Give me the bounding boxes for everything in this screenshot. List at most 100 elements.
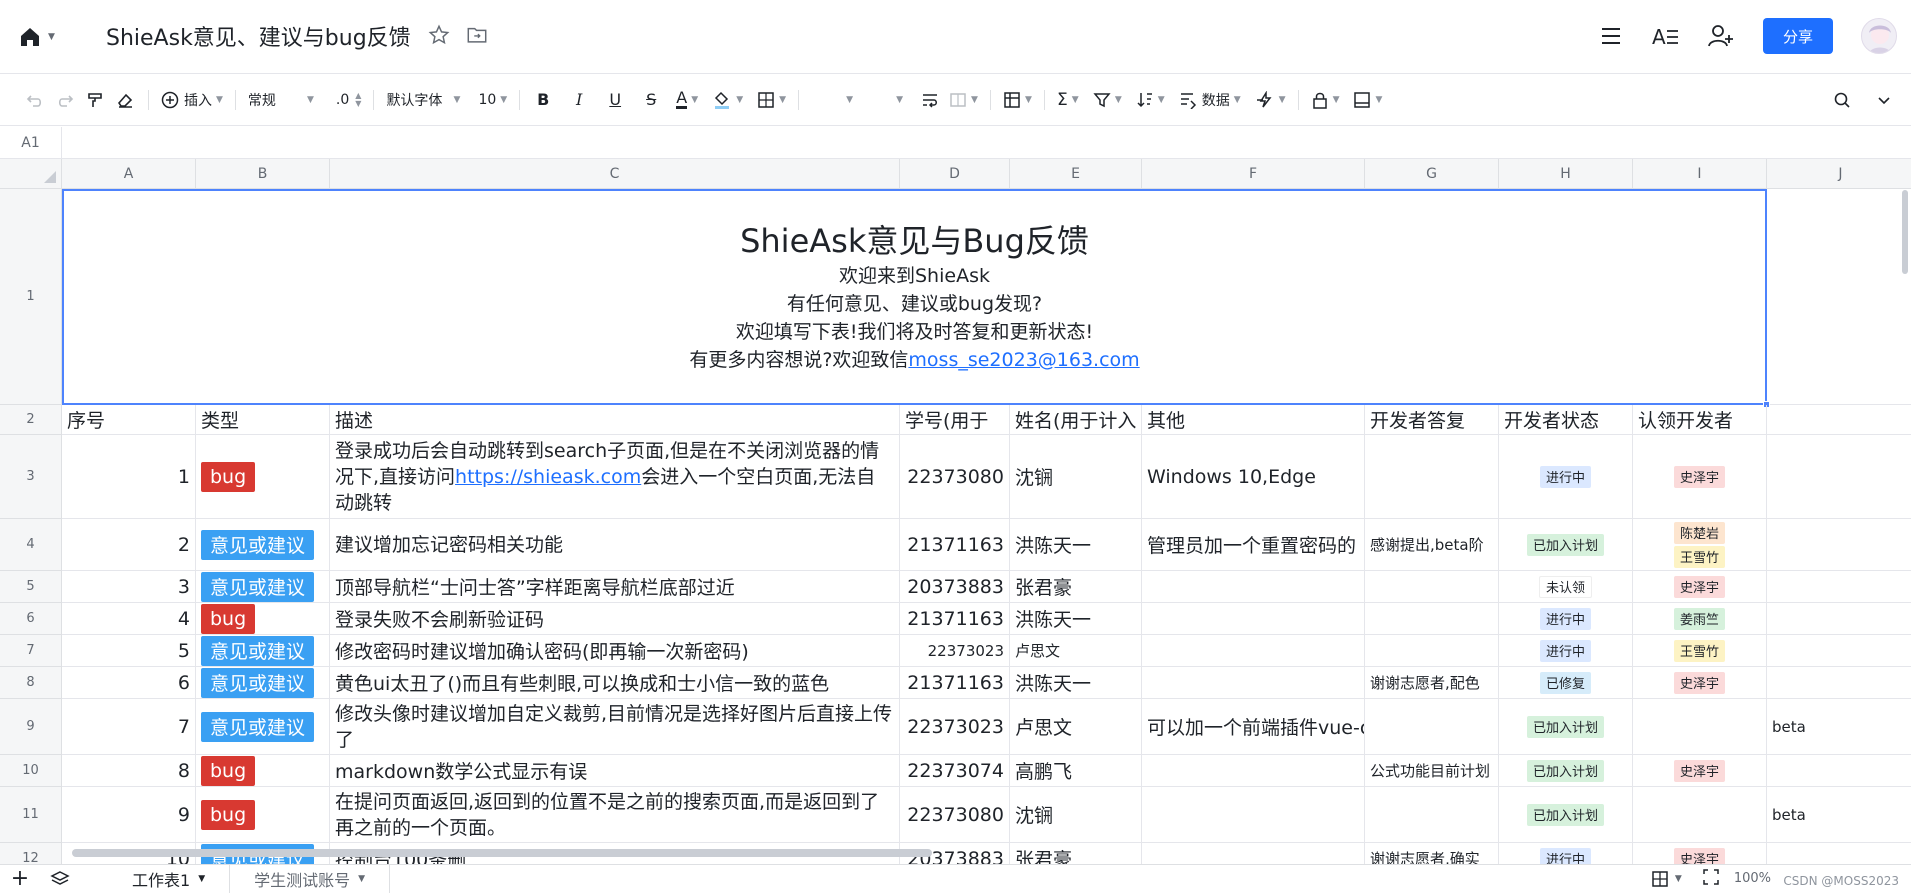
row-header-3[interactable]: 3 xyxy=(0,435,62,519)
seq-cell[interactable]: 4 xyxy=(62,603,196,635)
seq-cell[interactable]: 1 xyxy=(62,435,196,519)
name-cell[interactable]: 卢思文 xyxy=(1010,635,1142,667)
insert-dropdown[interactable]: 插入 ▼ xyxy=(157,84,227,116)
collapse-toolbar-button[interactable] xyxy=(1869,84,1899,116)
zoom-level[interactable]: 100% xyxy=(1734,871,1771,886)
row-header-7[interactable]: 7 xyxy=(0,635,62,667)
row-header-11[interactable]: 11 xyxy=(0,787,62,843)
fill-color-button[interactable]: ▼ xyxy=(708,84,747,116)
star-icon[interactable] xyxy=(428,24,450,46)
italic-button[interactable]: I xyxy=(564,84,594,116)
text-format-icon[interactable]: A xyxy=(1651,23,1679,49)
cell-j[interactable] xyxy=(1767,843,1911,865)
row-header-8[interactable]: 8 xyxy=(0,667,62,699)
student-id-cell[interactable]: 22373080 xyxy=(900,435,1010,519)
row-header-12[interactable]: 12 xyxy=(0,843,62,865)
seq-cell[interactable]: 2 xyxy=(62,519,196,571)
developer-cell[interactable]: 姜雨竺 xyxy=(1633,603,1767,635)
column-header-j[interactable]: J xyxy=(1767,159,1911,189)
student-id-cell[interactable]: 22373080 xyxy=(900,787,1010,843)
status-cell[interactable]: 已加入计划 xyxy=(1499,519,1633,571)
header-cell-a[interactable]: 序号 xyxy=(62,405,196,435)
description-cell[interactable]: 黄色ui太丑了()而且有些刺眼,可以换成和士小信一致的蓝色 xyxy=(330,667,900,699)
description-cell[interactable]: 在提问页面返回,返回到的位置不是之前的搜索页面,而是返回到了再之前的一个页面。 xyxy=(330,787,900,843)
description-cell[interactable]: markdown数学公式显示有误 xyxy=(330,755,900,787)
strikethrough-button[interactable]: S xyxy=(636,84,666,116)
protect-button[interactable]: ▼ xyxy=(1307,84,1344,116)
developer-cell[interactable] xyxy=(1633,699,1767,755)
type-cell[interactable]: 意见或建议 xyxy=(196,571,330,603)
reply-cell[interactable]: 公式功能目前计划 xyxy=(1365,755,1499,787)
row-header-6[interactable]: 6 xyxy=(0,603,62,635)
column-header-c[interactable]: C xyxy=(330,159,900,189)
other-cell[interactable]: 可以加一个前端插件vue-croper xyxy=(1142,699,1365,755)
column-header-d[interactable]: D xyxy=(900,159,1010,189)
column-header-i[interactable]: I xyxy=(1633,159,1767,189)
row-header-10[interactable]: 10 xyxy=(0,755,62,787)
spreadsheet-grid[interactable]: A B C D E F G H I J 1 2 3 4 5 6 7 8 9 10 11 12 ShieAsk意见与Bug反馈… xyxy=(0,159,1911,865)
column-header-e[interactable]: E xyxy=(1010,159,1142,189)
cell-j[interactable] xyxy=(1767,519,1911,571)
other-cell[interactable] xyxy=(1142,635,1365,667)
cell-j1[interactable] xyxy=(1767,189,1911,405)
name-cell[interactable]: 张君豪 xyxy=(1010,843,1142,865)
cell-j[interactable] xyxy=(1767,603,1911,635)
sheet-tab-2[interactable]: 学生测试账号 ▼ xyxy=(230,864,391,893)
developer-cell[interactable]: 王雪竹 xyxy=(1633,635,1767,667)
cell-j[interactable]: beta xyxy=(1767,787,1911,843)
developer-cell[interactable]: 史泽宇 xyxy=(1633,571,1767,603)
contact-email-link[interactable]: moss_se2023@163.com xyxy=(908,349,1139,371)
reply-cell[interactable] xyxy=(1365,635,1499,667)
format-painter-button[interactable] xyxy=(80,84,110,116)
view-options-button[interactable]: ▼ xyxy=(1349,84,1386,116)
type-cell[interactable]: 意见或建议 xyxy=(196,519,330,571)
cell-j[interactable] xyxy=(1767,667,1911,699)
status-cell[interactable]: 未认领 xyxy=(1499,571,1633,603)
other-cell[interactable] xyxy=(1142,843,1365,865)
status-cell[interactable]: 进行中 xyxy=(1499,843,1633,865)
developer-cell[interactable]: 史泽宇 xyxy=(1633,755,1767,787)
user-avatar[interactable] xyxy=(1861,18,1897,54)
merge-cells-button[interactable]: ▼ xyxy=(945,84,982,116)
cell-j[interactable] xyxy=(1767,571,1911,603)
reply-cell[interactable]: 感谢提出,beta阶 xyxy=(1365,519,1499,571)
select-all-corner[interactable] xyxy=(0,159,62,189)
status-cell[interactable]: 已加入计划 xyxy=(1499,699,1633,755)
status-cell[interactable]: 已修复 xyxy=(1499,667,1633,699)
row-header-9[interactable]: 9 xyxy=(0,699,62,755)
status-cell[interactable]: 已加入计划 xyxy=(1499,787,1633,843)
sheet-tab-1[interactable]: 工作表1 ▼ xyxy=(108,864,231,893)
vertical-scrollbar[interactable] xyxy=(1902,190,1908,274)
font-color-button[interactable]: A ▼ xyxy=(672,84,702,116)
font-size-dropdown[interactable]: 10 ▼ xyxy=(474,84,511,116)
row-header-1[interactable]: 1 xyxy=(0,189,62,405)
description-cell[interactable]: 修改头像时建议增加自定义裁剪,目前情况是选择好图片后直接上传了 xyxy=(330,699,900,755)
add-sheet-button[interactable]: + xyxy=(0,866,40,891)
student-id-cell[interactable]: 22373023 xyxy=(900,699,1010,755)
header-cell-c[interactable]: 描述 xyxy=(330,405,900,435)
reply-cell[interactable]: 谢谢志愿者,配色 xyxy=(1365,667,1499,699)
number-format-dropdown[interactable]: 常规 ▼ xyxy=(244,84,318,116)
seq-cell[interactable]: 5 xyxy=(62,635,196,667)
name-cell[interactable]: 洪陈天一 xyxy=(1010,519,1142,571)
description-cell[interactable]: 登录成功后会自动跳转到search子页面,但是在不关闭浏览器的情况下,直接访问h… xyxy=(330,435,900,519)
name-cell[interactable]: 沈锎 xyxy=(1010,435,1142,519)
description-cell[interactable]: 建议增加忘记密码相关功能 xyxy=(330,519,900,571)
view-mode-button[interactable]: ▼ xyxy=(1651,870,1682,888)
student-id-cell[interactable]: 22373023 xyxy=(900,635,1010,667)
share-button[interactable]: 分享 xyxy=(1763,18,1833,54)
column-header-a[interactable]: A xyxy=(62,159,196,189)
other-cell[interactable] xyxy=(1142,755,1365,787)
row-header-5[interactable]: 5 xyxy=(0,571,62,603)
underline-button[interactable]: U xyxy=(600,84,630,116)
search-button[interactable] xyxy=(1827,84,1857,116)
developer-cell[interactable]: 史泽宇 xyxy=(1633,843,1767,865)
sheet-list-button[interactable] xyxy=(40,870,80,888)
home-button[interactable]: ▼ xyxy=(18,22,66,52)
name-cell[interactable]: 高鹏飞 xyxy=(1010,755,1142,787)
reply-cell[interactable] xyxy=(1365,435,1499,519)
developer-cell[interactable]: 史泽宇 xyxy=(1633,435,1767,519)
column-header-b[interactable]: B xyxy=(196,159,330,189)
move-to-folder-icon[interactable] xyxy=(466,24,488,46)
reply-cell[interactable]: 谢谢志愿者,确实 xyxy=(1365,843,1499,865)
